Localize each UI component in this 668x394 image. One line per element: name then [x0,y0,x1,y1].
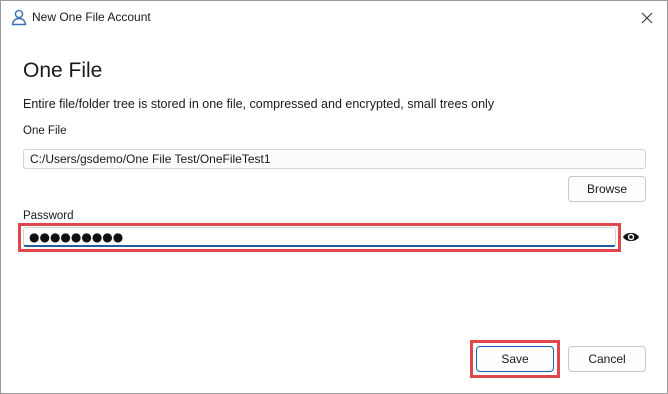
dialog-window: New One File Account One File Entire fil… [0,0,668,394]
save-button[interactable]: Save [476,346,554,372]
close-icon[interactable] [635,7,659,29]
one-file-path-input[interactable] [23,149,646,169]
cancel-button[interactable]: Cancel [568,346,646,372]
description-text: Entire file/folder tree is stored in one… [23,97,495,111]
eye-icon[interactable] [622,230,640,244]
browse-button[interactable]: Browse [568,176,646,202]
title-bar: New One File Account [1,1,667,33]
password-label: Password [23,210,74,222]
window-title: New One File Account [32,10,151,24]
password-input[interactable] [23,227,616,247]
page-title: One File [23,59,103,82]
user-icon [10,8,28,26]
one-file-label: One File [23,125,67,137]
